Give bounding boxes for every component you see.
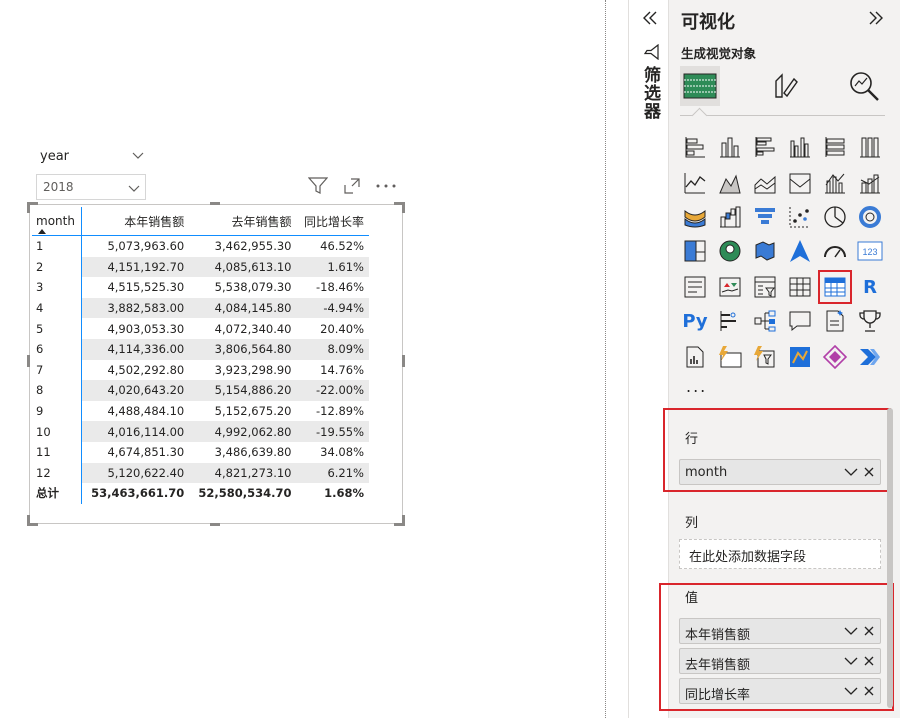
table-row: 5 4,903,053.30 4,072,340.40 20.40% [32, 318, 369, 339]
columns-well-title: 列 [685, 516, 699, 531]
funnel-chart-icon[interactable] [752, 204, 778, 230]
format-paintbrush-icon [775, 73, 798, 98]
ribbon-chart-icon[interactable] [787, 170, 813, 196]
scatter-chart-icon[interactable] [787, 204, 813, 230]
table-row: 2 4,151,192.70 4,085,613.10 1.61% [32, 256, 369, 278]
azure-map-icon[interactable] [787, 238, 813, 264]
slicer-value: 2018 [43, 180, 74, 194]
table-row: 4 3,882,583.00 4,084,145.80 -4.94% [32, 297, 369, 319]
gauge-icon[interactable] [822, 238, 848, 264]
python-visual-icon[interactable]: Py [682, 308, 708, 334]
pie-chart-icon[interactable] [822, 204, 848, 230]
table-row: 11 4,674,851.30 3,486,639.80 34.08% [32, 441, 369, 463]
qna-icon[interactable] [787, 308, 813, 334]
decomposition-tree-icon[interactable] [752, 308, 778, 334]
100pct-column-icon[interactable] [857, 134, 883, 160]
tab-analytics[interactable] [844, 66, 884, 106]
tab-format-visual[interactable] [765, 66, 805, 106]
matrix-table: month 本年销售额 去年销售额 同比增长率 1 5,073,963.60 3,4… [32, 207, 369, 504]
line-clustered-column-icon[interactable] [822, 170, 848, 196]
slicer-title: year [40, 149, 70, 164]
funnel-icon[interactable] [643, 44, 659, 60]
column-header-month[interactable]: month [32, 207, 82, 236]
100pct-bar-icon[interactable] [822, 134, 848, 160]
map-globe-icon[interactable] [717, 238, 743, 264]
table-row: 12 5,120,622.40 4,821,273.10 6.21% [32, 462, 369, 484]
paginated-report-icon[interactable] [682, 344, 708, 370]
waterfall-icon[interactable] [717, 204, 743, 230]
table-total-row: 总计 53,463,661.70 52,580,534.70 1.68% [32, 483, 369, 504]
smart-narrative-icon[interactable] [822, 308, 848, 334]
treemap-icon[interactable] [682, 238, 708, 264]
more-options-icon[interactable] [375, 176, 397, 196]
columns-drop-zone[interactable]: 在此处添加数据字段 [679, 539, 881, 569]
tab-build-visual[interactable] [680, 66, 720, 106]
table-row: 3 4,515,525.30 5,538,079.30 -18.46% [32, 277, 369, 298]
multi-row-card-icon[interactable] [682, 274, 708, 300]
matrix-icon[interactable] [818, 270, 852, 304]
table-row: 6 4,114,336.00 3,806,564.80 8.09% [32, 338, 369, 360]
pane-title: 可视化 [681, 12, 735, 33]
column-header-growth[interactable]: 同比增长率 [296, 207, 369, 236]
collapse-right-icon[interactable] [866, 8, 886, 28]
arcgis-map-icon[interactable] [787, 344, 813, 370]
column-header-last-year[interactable]: 去年销售额 [189, 207, 297, 236]
line-stacked-column-icon[interactable] [857, 170, 883, 196]
card-icon[interactable]: 123 [857, 238, 883, 264]
table-row: 8 4,020,643.20 5,154,886.20 -22.00% [32, 380, 369, 401]
power-automate-icon[interactable] [752, 344, 778, 370]
get-more-visuals[interactable]: ... [686, 377, 707, 396]
year-slicer-dropdown[interactable]: 2018 [36, 174, 146, 200]
sort-ascending-icon [38, 229, 46, 234]
power-apps-icon[interactable] [822, 344, 848, 370]
power-apps-card-icon[interactable] [717, 344, 743, 370]
filled-map-icon[interactable] [752, 238, 778, 264]
highlight-values-well [659, 583, 894, 711]
expand-left-icon[interactable] [640, 8, 660, 28]
highlight-rows-well [663, 408, 891, 492]
focus-mode-icon[interactable] [341, 176, 363, 196]
canvas-divider [605, 0, 606, 718]
analytics-magnifier-icon [850, 72, 879, 101]
filter-pane-label[interactable]: 筛选器 [638, 66, 663, 120]
table-row: 1 5,073,963.60 3,462,955.30 46.52% [32, 235, 369, 257]
clustered-bar-icon[interactable] [752, 134, 778, 160]
table-grid-icon [683, 73, 717, 99]
stacked-bar-icon[interactable] [682, 134, 708, 160]
filter-icon[interactable] [307, 176, 329, 196]
r-visual-icon[interactable]: R [857, 274, 883, 300]
table-row: 9 4,488,484.10 5,152,675.20 -12.89% [32, 400, 369, 422]
power-automate-flow-icon[interactable] [857, 344, 883, 370]
table-row: 7 4,502,292.80 3,923,298.90 14.76% [32, 359, 369, 381]
table-row: 10 4,016,114.00 4,992,062.80 -19.55% [32, 421, 369, 442]
clustered-column-icon[interactable] [787, 134, 813, 160]
svg-text:123: 123 [862, 247, 877, 257]
column-header-this-year[interactable]: 本年销售额 [81, 207, 190, 236]
table-icon[interactable] [787, 274, 813, 300]
kpi-icon[interactable] [717, 274, 743, 300]
goals-trophy-icon[interactable] [857, 308, 883, 334]
line-chart-icon[interactable] [682, 170, 708, 196]
pane-scrollbar[interactable] [887, 408, 893, 708]
build-visual-label: 生成视觉对象 [681, 46, 757, 61]
donut-chart-icon[interactable] [857, 204, 883, 230]
stacked-area-icon[interactable] [752, 170, 778, 196]
table-header-row: month 本年销售额 去年销售额 同比增长率 [32, 207, 369, 236]
chevron-down-icon[interactable] [131, 148, 145, 162]
chevron-down-icon [128, 185, 140, 192]
ribbon-color-icon[interactable] [682, 204, 708, 230]
key-influencers-icon[interactable] [717, 308, 743, 334]
slicer-icon[interactable] [752, 274, 778, 300]
area-chart-icon[interactable] [717, 170, 743, 196]
stacked-column-icon[interactable] [717, 134, 743, 160]
